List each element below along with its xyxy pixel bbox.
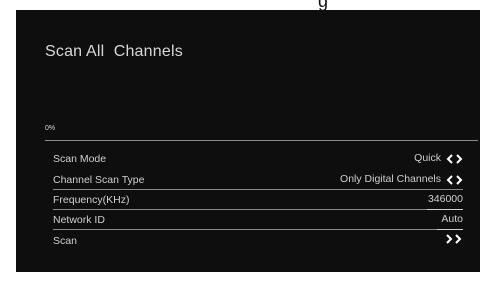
network-id-input-underline (437, 229, 463, 230)
row-divider (53, 189, 463, 190)
setting-network-id[interactable]: Network ID Auto (53, 212, 463, 230)
setting-scan[interactable]: Scan (53, 233, 463, 251)
setting-frequency[interactable]: Frequency(KHz) 346000 (53, 192, 463, 210)
page-title: Scan All Channels (45, 43, 183, 60)
progress-percent: 0% (45, 125, 56, 132)
network-id-value: Auto (441, 213, 463, 225)
setting-label: Frequency(KHz) (53, 194, 130, 206)
setting-label: Scan Mode (53, 153, 107, 165)
setting-label: Network ID (53, 214, 105, 226)
network-id-input[interactable]: Auto (441, 213, 463, 226)
left-right-arrows-icon[interactable] (446, 174, 463, 185)
setting-channel-scan-type[interactable]: Channel Scan Type Only Digital Channels (53, 172, 463, 190)
scan-panel: Scan All Channels 0% Scan Mode Quick Cha… (16, 10, 480, 272)
clipped-glyph: g (318, 0, 329, 10)
frequency-input[interactable]: 346000 (428, 193, 463, 206)
scan-mode-value: Quick (414, 152, 441, 164)
row-divider (53, 209, 463, 210)
left-right-arrows-icon[interactable] (446, 153, 463, 164)
setting-scan-mode[interactable]: Scan Mode Quick (53, 151, 463, 169)
frequency-input-underline (427, 209, 463, 210)
scan-button-label: Scan (53, 235, 77, 247)
setting-value[interactable]: Only Digital Channels (340, 173, 463, 186)
channel-scan-type-value: Only Digital Channels (340, 173, 441, 185)
setting-value[interactable]: Quick (414, 152, 463, 165)
frequency-value: 346000 (427, 193, 463, 205)
row-divider (53, 229, 463, 230)
progress-bar (45, 140, 478, 141)
top-strip: g (0, 0, 494, 10)
setting-label: Channel Scan Type (53, 174, 145, 186)
scan-button[interactable] (440, 234, 463, 244)
double-right-arrow-icon[interactable] (445, 234, 463, 244)
